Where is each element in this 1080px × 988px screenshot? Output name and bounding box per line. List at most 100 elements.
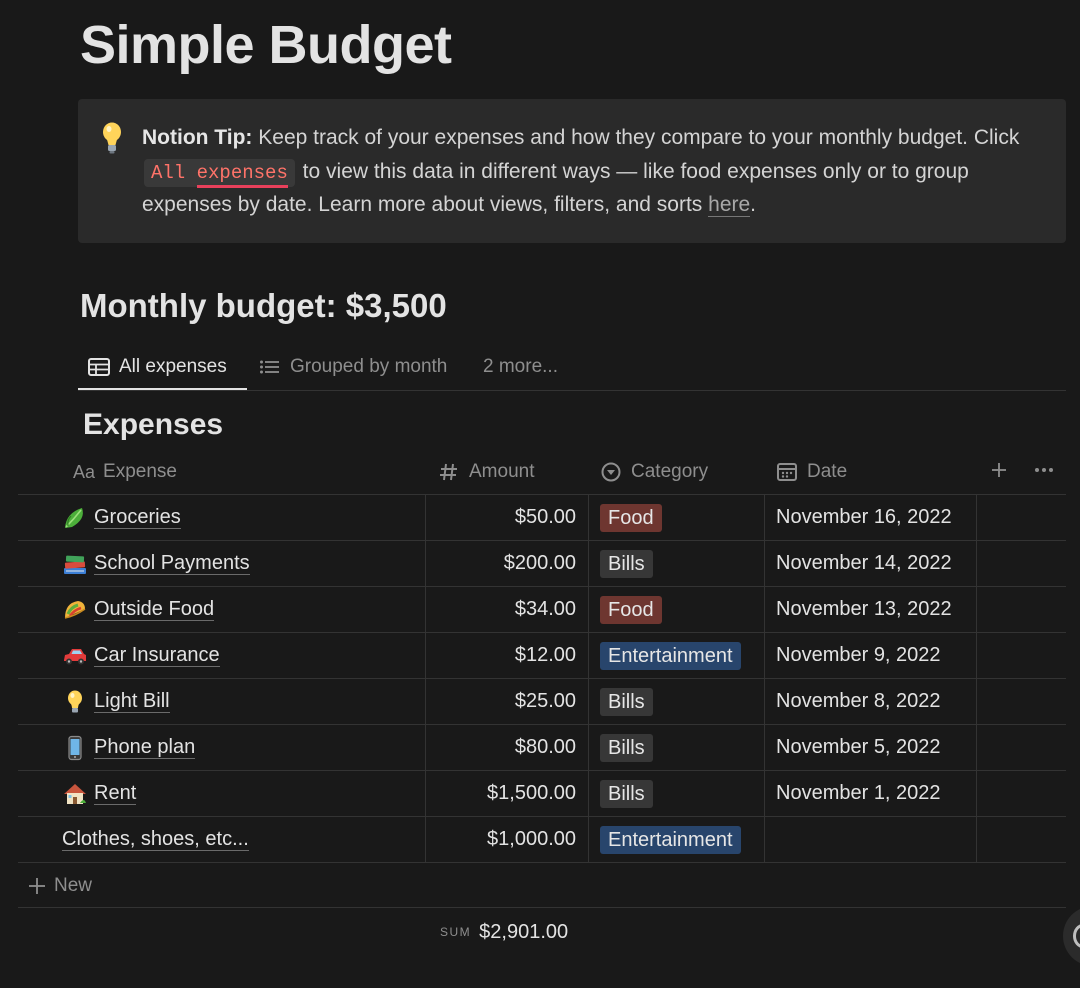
table-row[interactable]: School Payments $200.00 Bills November 1… bbox=[18, 541, 1066, 587]
expense-cell[interactable]: Outside Food bbox=[62, 587, 215, 632]
new-row-button[interactable]: New bbox=[18, 864, 1066, 908]
category-tag: Entertainment bbox=[600, 641, 741, 670]
calendar-icon bbox=[776, 462, 798, 482]
category-cell[interactable]: Bills bbox=[600, 541, 653, 586]
help-button[interactable] bbox=[1063, 906, 1080, 966]
category-cell[interactable]: Entertainment bbox=[600, 633, 741, 678]
all-expenses-code-chip[interactable]: All expenses bbox=[144, 158, 295, 188]
column-divider bbox=[588, 495, 589, 863]
table-row[interactable]: Phone plan $80.00 Bills November 5, 2022 bbox=[18, 725, 1066, 771]
books-icon bbox=[62, 551, 88, 577]
column-label: Expense bbox=[103, 461, 177, 482]
category-cell[interactable]: Bills bbox=[600, 771, 653, 816]
category-cell[interactable]: Food bbox=[600, 587, 662, 632]
view-tabs: All expenses Grouped by month 2 more... bbox=[78, 344, 1066, 391]
amount-cell[interactable]: $50.00 bbox=[426, 495, 576, 540]
table-row[interactable]: Rent $1,500.00 Bills November 1, 2022 bbox=[18, 771, 1066, 817]
column-header-date[interactable]: Date bbox=[776, 450, 847, 494]
car-icon bbox=[62, 643, 88, 669]
notion-page: Simple Budget Notion Tip: Keep track of … bbox=[0, 0, 1080, 988]
amount-cell[interactable]: $1,000.00 bbox=[426, 817, 576, 862]
page-title[interactable]: Simple Budget bbox=[80, 14, 452, 76]
date-cell[interactable]: November 9, 2022 bbox=[776, 633, 941, 678]
expense-name: Outside Food bbox=[94, 598, 215, 621]
tab-more-views[interactable]: 2 more... bbox=[483, 344, 558, 389]
number-property-icon bbox=[438, 462, 460, 482]
amount-cell[interactable]: $1,500.00 bbox=[426, 771, 576, 816]
column-label: Date bbox=[807, 461, 848, 482]
category-tag: Bills bbox=[600, 733, 653, 762]
column-header-amount[interactable]: Amount bbox=[438, 450, 534, 494]
column-header-expense[interactable]: Aa Expense bbox=[73, 450, 177, 494]
active-tab-indicator bbox=[78, 388, 247, 390]
expense-cell[interactable]: Car Insurance bbox=[62, 633, 220, 678]
database-title[interactable]: Expenses bbox=[83, 408, 223, 442]
callout-bold-label: Notion Tip: bbox=[142, 126, 253, 149]
expense-name: School Payments bbox=[94, 552, 250, 575]
amount-cell[interactable]: $12.00 bbox=[426, 633, 576, 678]
select-property-icon bbox=[600, 462, 622, 482]
column-label: Category bbox=[631, 461, 709, 482]
lightbulb-icon[interactable] bbox=[98, 121, 126, 155]
table-row[interactable]: Light Bill $25.00 Bills November 8, 2022 bbox=[18, 679, 1066, 725]
tab-label: 2 more... bbox=[483, 355, 558, 377]
amount-cell[interactable]: $200.00 bbox=[426, 541, 576, 586]
notion-tip-callout: Notion Tip: Keep track of your expenses … bbox=[78, 99, 1066, 243]
category-tag: Food bbox=[600, 595, 662, 624]
here-link[interactable]: here bbox=[708, 193, 751, 217]
column-label: Amount bbox=[469, 461, 535, 482]
amount-cell[interactable]: $80.00 bbox=[426, 725, 576, 770]
date-cell[interactable]: November 8, 2022 bbox=[776, 679, 941, 724]
expense-name: Rent bbox=[94, 782, 137, 805]
expense-name: Clothes, shoes, etc... bbox=[62, 828, 249, 851]
category-tag: Food bbox=[600, 503, 662, 532]
amount-cell[interactable]: $25.00 bbox=[426, 679, 576, 724]
expense-cell[interactable]: Clothes, shoes, etc... bbox=[62, 817, 249, 862]
leafy-green-icon bbox=[62, 505, 88, 531]
amount-cell[interactable]: $34.00 bbox=[426, 587, 576, 632]
category-cell[interactable]: Food bbox=[600, 495, 662, 540]
category-cell[interactable]: Bills bbox=[600, 679, 653, 724]
tab-grouped-by-month[interactable]: Grouped by month bbox=[259, 344, 447, 389]
more-horizontal-icon bbox=[1033, 460, 1055, 485]
help-icon bbox=[1073, 924, 1080, 948]
house-icon bbox=[62, 781, 88, 807]
date-cell[interactable]: November 1, 2022 bbox=[776, 771, 941, 816]
expense-name: Light Bill bbox=[94, 690, 170, 713]
taco-icon bbox=[62, 597, 88, 623]
plus-icon bbox=[989, 460, 1009, 485]
column-divider bbox=[976, 495, 977, 863]
date-cell[interactable]: November 14, 2022 bbox=[776, 541, 952, 586]
expense-cell[interactable]: Rent bbox=[62, 771, 137, 816]
add-property-button[interactable] bbox=[989, 450, 1009, 494]
tab-all-expenses[interactable]: All expenses bbox=[88, 344, 227, 389]
callout-text: Notion Tip: Keep track of your expenses … bbox=[142, 121, 1052, 222]
table-row[interactable]: Car Insurance $12.00 Entertainment Novem… bbox=[18, 633, 1066, 679]
tab-label: Grouped by month bbox=[290, 355, 448, 377]
date-cell[interactable]: November 5, 2022 bbox=[776, 725, 941, 770]
list-icon bbox=[259, 358, 281, 376]
table-row[interactable]: Outside Food $34.00 Food November 13, 20… bbox=[18, 587, 1066, 633]
category-cell[interactable]: Entertainment bbox=[600, 817, 741, 862]
expense-cell[interactable]: Phone plan bbox=[62, 725, 196, 770]
sum-value: $2,901.00 bbox=[479, 920, 569, 943]
expense-cell[interactable]: Groceries bbox=[62, 495, 181, 540]
column-header-category[interactable]: Category bbox=[600, 450, 708, 494]
more-options-button[interactable] bbox=[1033, 450, 1055, 494]
text-property-icon: Aa bbox=[73, 461, 96, 482]
category-cell[interactable]: Bills bbox=[600, 725, 653, 770]
new-row-label: New bbox=[54, 874, 93, 896]
table-icon bbox=[88, 357, 110, 376]
monthly-budget-heading[interactable]: Monthly budget: $3,500 bbox=[80, 287, 447, 325]
expense-name: Groceries bbox=[94, 506, 181, 529]
code-chip-part-2: expenses bbox=[196, 161, 288, 188]
sum-label: SUM bbox=[440, 925, 472, 939]
date-cell[interactable]: November 13, 2022 bbox=[776, 587, 952, 632]
expense-cell[interactable]: School Payments bbox=[62, 541, 250, 586]
table-row[interactable]: Clothes, shoes, etc... $1,000.00 Enterta… bbox=[18, 817, 1066, 863]
date-cell[interactable]: November 16, 2022 bbox=[776, 495, 952, 540]
table-row[interactable]: Groceries $50.00 Food November 16, 2022 bbox=[18, 495, 1066, 541]
expense-cell[interactable]: Light Bill bbox=[62, 679, 170, 724]
amount-sum-calculation[interactable]: SUM $2,901.00 bbox=[440, 918, 568, 946]
expense-name: Car Insurance bbox=[94, 644, 220, 667]
